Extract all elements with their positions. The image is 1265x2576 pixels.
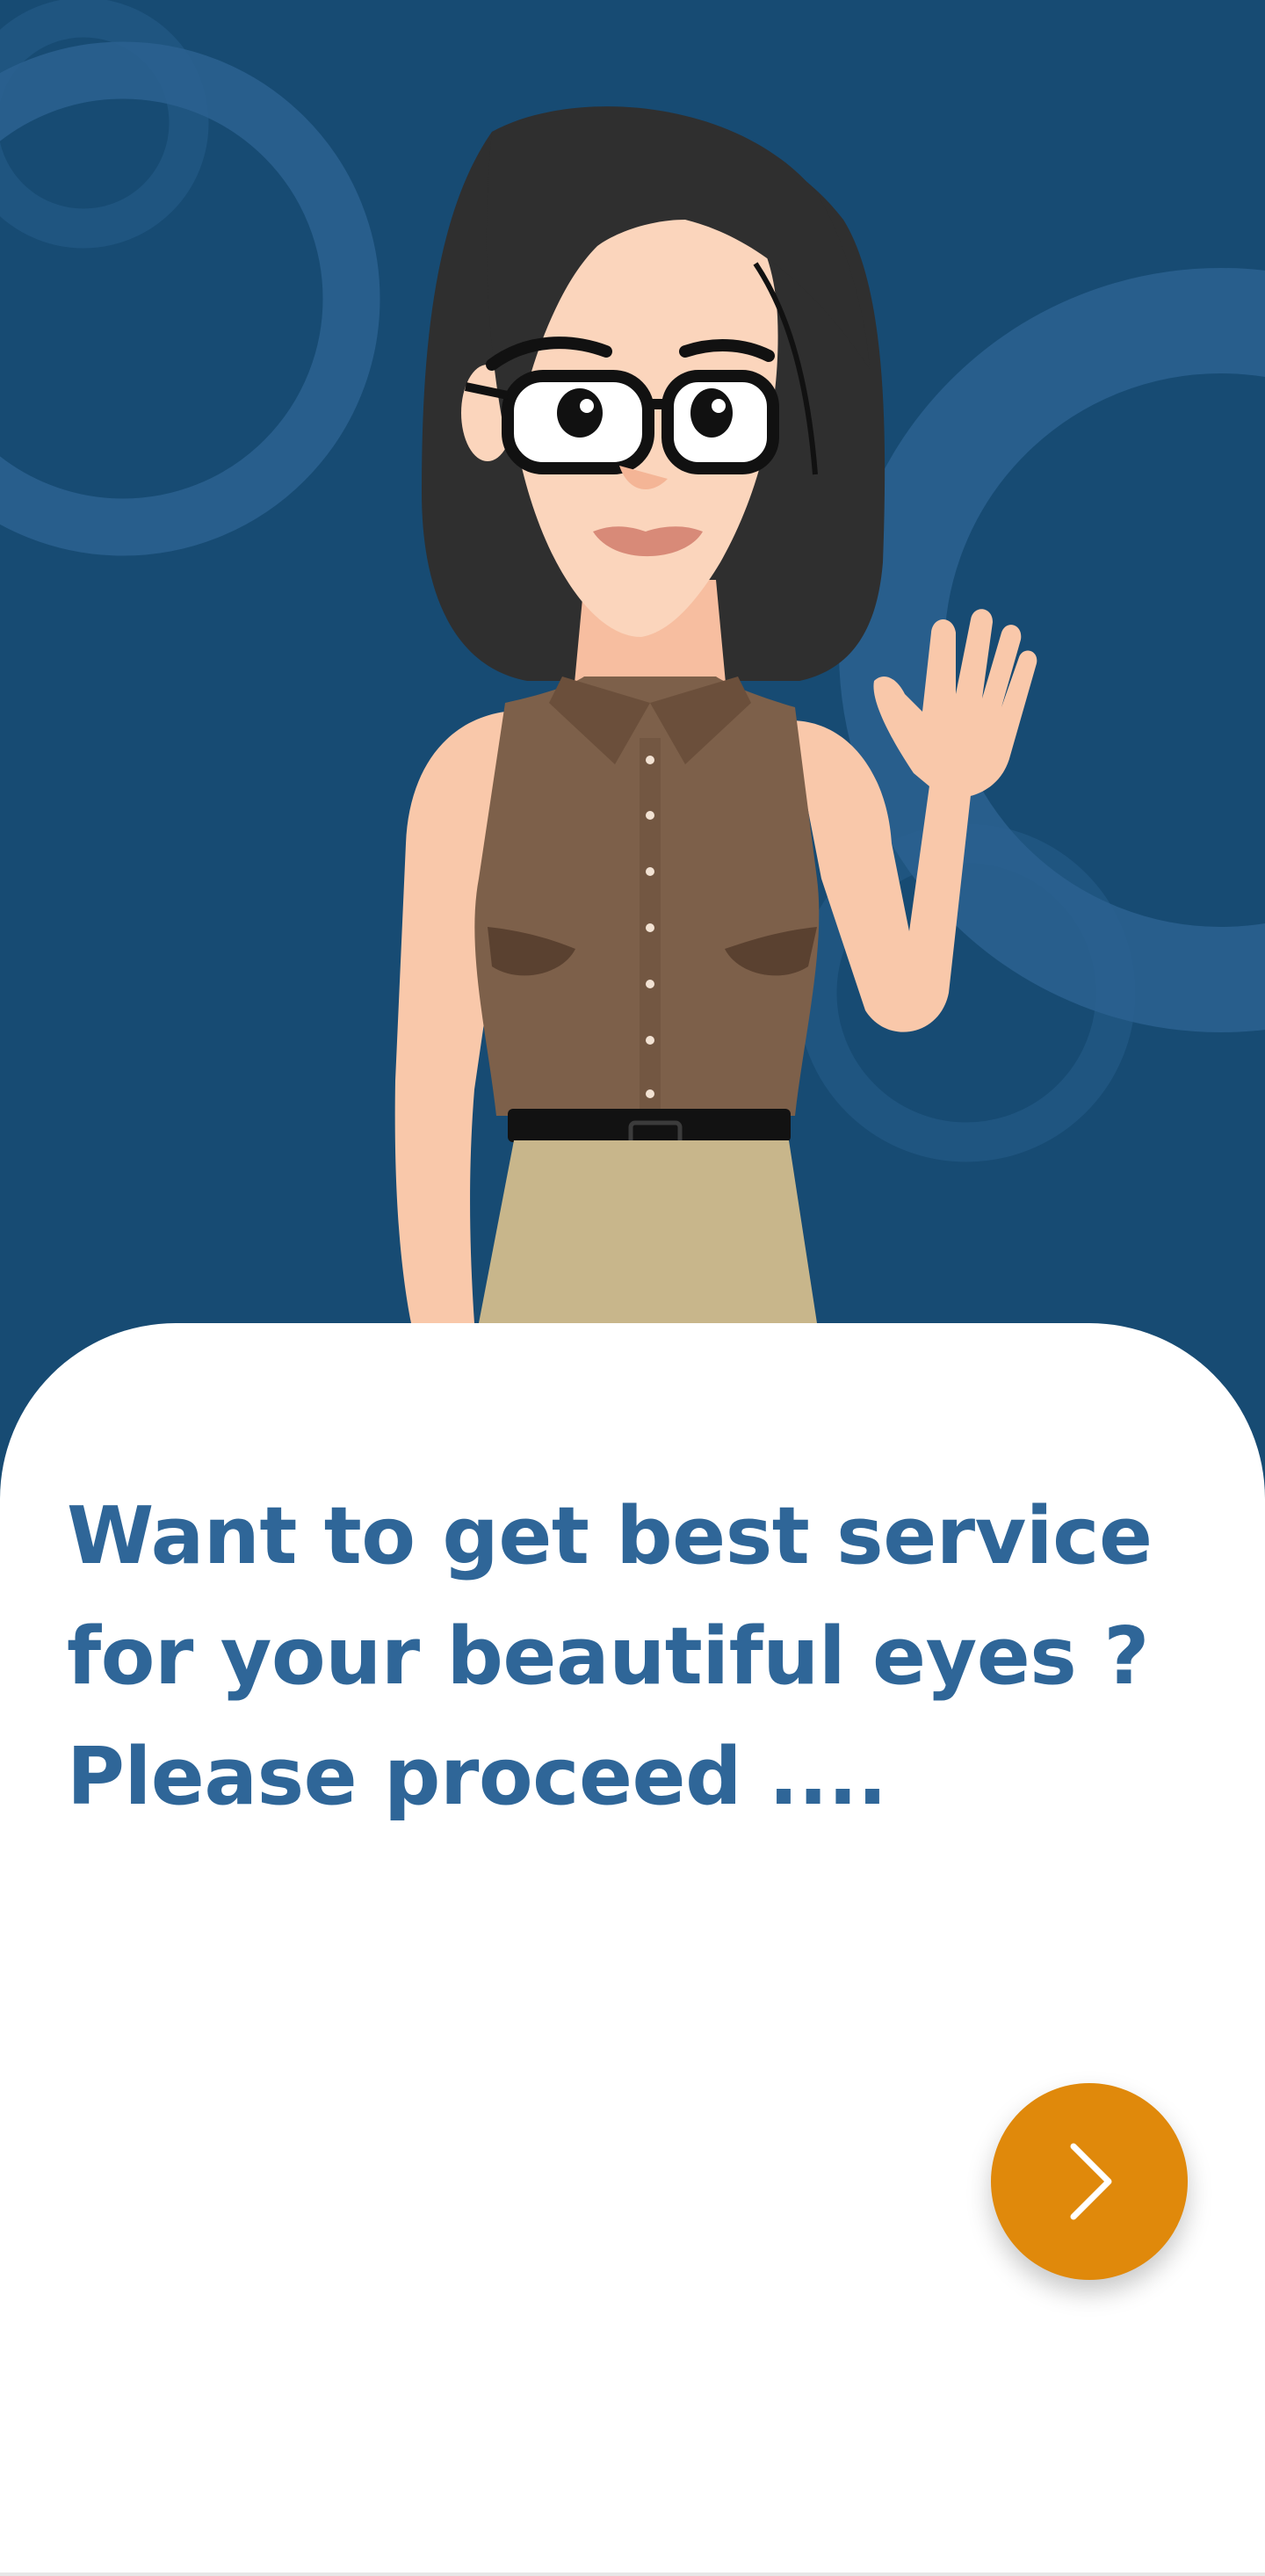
bottom-divider	[0, 2572, 1265, 2576]
headline-line-1: Want to get best service	[67, 1490, 1153, 1582]
onboarding-screen: Want to get best service for your beauti…	[0, 0, 1265, 2576]
next-button[interactable]	[991, 2083, 1188, 2280]
hero-background	[0, 0, 1265, 1511]
onboarding-headline: Want to get best service for your beauti…	[67, 1476, 1209, 1837]
headline-line-3: Please proceed ....	[67, 1731, 887, 1823]
hero-illustration	[0, 0, 1265, 1323]
chevron-right-icon	[1070, 2143, 1112, 2220]
headline-line-2: for your beautiful eyes ?	[67, 1610, 1149, 1703]
